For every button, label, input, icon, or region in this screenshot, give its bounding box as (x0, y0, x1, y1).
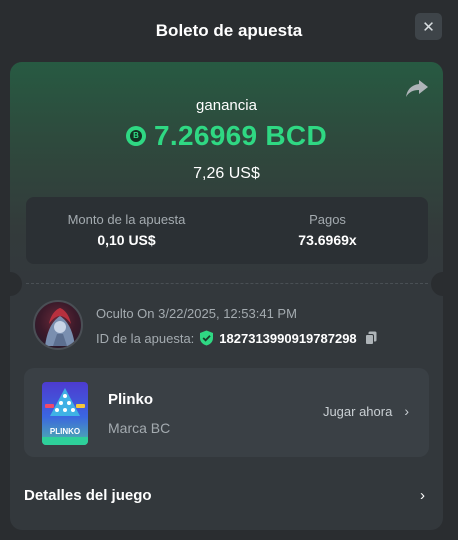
win-label: ganancia (196, 97, 257, 114)
bcd-coin-icon: B (126, 126, 147, 146)
avatar-image (45, 308, 75, 346)
bet-id-label: ID de la apuesta: (96, 330, 195, 346)
bet-id-row: ID de la apuesta: 182731399091978729​8 (96, 330, 377, 346)
user-date-line: Oculto On 3/22/2025, 12:53:41 PM (96, 306, 297, 321)
avatar[interactable] (33, 300, 83, 350)
win-amount-row: B 7.26969 BCD (10, 120, 443, 152)
thumb-strip (42, 437, 88, 445)
chevron-right-icon: › (404, 403, 409, 419)
ticket-notch-right (431, 272, 443, 296)
game-brand: Marca BC (108, 420, 171, 436)
page-title: Boleto de apuesta (155, 21, 303, 40)
copy-icon[interactable] (364, 331, 377, 345)
ticket-header: Boleto de apuesta ✕ (0, 0, 458, 62)
share-icon[interactable] (405, 78, 429, 98)
plinko-thumb-label: PLINKO (49, 427, 81, 436)
game-details-label: Detalles del juego (24, 486, 152, 504)
bet-stats: Monto de la apuesta 0,10 US$ Pagos 73.69… (26, 197, 428, 264)
payout-value: 73.6969x (298, 232, 357, 248)
bet-amount-label: Monto de la apuesta (67, 212, 186, 227)
play-now-button[interactable]: Jugar ahora › (323, 403, 409, 419)
bet-amount-value: 0,10 US$ (97, 232, 156, 248)
chevron-right-icon: › (420, 486, 425, 504)
play-now-label: Jugar ahora (322, 403, 393, 419)
game-card: PLINKO Plinko Marca BC Jugar ahora › (24, 368, 429, 457)
bet-ticket-card: ganancia B 7.26969 BCD 7,26 US$ Monto de… (10, 62, 443, 530)
close-button[interactable]: ✕ (415, 13, 442, 40)
win-usd-amount: 7,26 US$ (193, 165, 260, 182)
close-icon: ✕ (422, 18, 435, 36)
verified-shield-icon (200, 330, 214, 346)
plinko-thumbnail[interactable]: PLINKO (42, 382, 88, 445)
payout-stat: Pagos 73.6969x (227, 197, 428, 264)
game-name: Plinko (108, 391, 154, 408)
bet-id-value: 182731399091978729​8 (219, 330, 357, 346)
plinko-board-icon (45, 388, 85, 416)
payout-label: Pagos (309, 212, 346, 227)
ticket-divider (26, 283, 428, 284)
game-details-row[interactable]: Detalles del juego › (24, 475, 429, 515)
win-amount: 7.26969 BCD (154, 120, 327, 151)
bet-amount-stat: Monto de la apuesta 0,10 US$ (26, 197, 227, 264)
win-summary: ganancia B 7.26969 BCD 7,26 US$ Monto de… (10, 62, 443, 282)
